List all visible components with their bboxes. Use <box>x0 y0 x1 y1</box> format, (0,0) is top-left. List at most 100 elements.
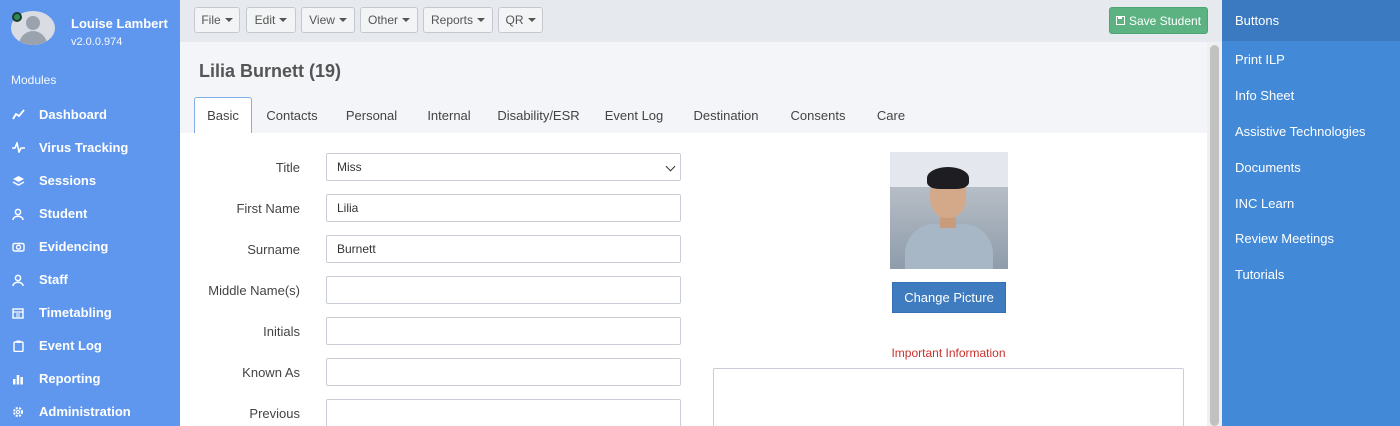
scrollbar-thumb[interactable] <box>1210 45 1219 426</box>
assistive-technologies-link[interactable]: Assistive Technologies <box>1222 114 1400 150</box>
sidebar-item-label: Timetabling <box>39 305 112 320</box>
known-as-row: Known As <box>180 358 690 386</box>
caret-down-icon <box>402 18 411 22</box>
caret-down-icon <box>477 18 486 22</box>
caret-down-icon <box>279 18 288 22</box>
initials-label: Initials <box>263 324 300 339</box>
buttons-panel-header: Buttons <box>1222 0 1400 41</box>
staff-icon <box>11 273 25 287</box>
basic-tab-panel: Title Miss First Name Lilia Surname Burn… <box>180 133 1207 426</box>
layers-icon <box>11 174 25 188</box>
caret-down-icon <box>338 18 347 22</box>
sidebar-item-label: Virus Tracking <box>39 140 129 155</box>
print-ilp-link[interactable]: Print ILP <box>1222 42 1400 78</box>
sidebar-item-label: Student <box>39 206 88 221</box>
gear-icon <box>11 405 25 419</box>
main-scrollbar[interactable] <box>1207 42 1222 426</box>
file-menu-button[interactable]: File <box>194 7 240 33</box>
important-information-label: Important Information <box>891 346 1006 360</box>
sidebar-item-administration[interactable]: Administration <box>0 395 180 426</box>
user-name: Louise Lambert <box>71 16 168 31</box>
tab-consents[interactable]: Consents <box>778 97 858 133</box>
tab-basic[interactable]: Basic <box>194 97 252 133</box>
page-title: Lilia Burnett (19) <box>199 61 342 81</box>
tab-internal[interactable]: Internal <box>414 97 484 133</box>
calendar-icon <box>11 306 25 320</box>
tab-disability-esr[interactable]: Disability/ESR <box>491 97 586 133</box>
main-content: Lilia Burnett (19) Basic Contacts Person… <box>180 42 1207 426</box>
middle-names-input[interactable] <box>326 276 681 304</box>
tutorials-link[interactable]: Tutorials <box>1222 257 1400 293</box>
clipboard-icon <box>11 339 25 353</box>
info-sheet-link[interactable]: Info Sheet <box>1222 78 1400 114</box>
title-row: Title Miss <box>180 153 690 181</box>
heartbeat-icon <box>11 141 25 155</box>
chart-line-icon <box>11 108 25 122</box>
sidebar-item-virus-tracking[interactable]: Virus Tracking <box>0 131 180 164</box>
previous-label: Previous <box>249 406 300 421</box>
student-icon <box>11 207 25 221</box>
sidebar-item-dashboard[interactable]: Dashboard <box>0 98 180 131</box>
sidebar-item-label: Administration <box>39 404 131 419</box>
tab-personal[interactable]: Personal <box>333 97 410 133</box>
online-status-icon <box>12 12 22 22</box>
first-name-label: First Name <box>236 201 300 216</box>
initials-row: Initials <box>180 317 690 345</box>
known-as-label: Known As <box>242 365 300 380</box>
user-profile[interactable]: Louise Lambert v2.0.0.974 <box>0 0 180 60</box>
camera-icon <box>11 240 25 254</box>
first-name-row: First Name Lilia <box>180 194 690 222</box>
save-icon <box>1115 16 1125 25</box>
sidebar-item-label: Reporting <box>39 371 101 386</box>
sidebar-item-student[interactable]: Student <box>0 197 180 230</box>
tab-care[interactable]: Care <box>864 97 918 133</box>
sidebar-item-reporting[interactable]: Reporting <box>0 362 180 395</box>
sidebar-item-label: Staff <box>39 272 68 287</box>
documents-link[interactable]: Documents <box>1222 149 1400 185</box>
reports-menu-button[interactable]: Reports <box>423 7 493 33</box>
bar-chart-icon <box>11 372 25 386</box>
important-information-textarea[interactable] <box>713 368 1184 426</box>
tab-destination[interactable]: Destination <box>680 97 772 133</box>
title-select[interactable]: Miss <box>326 153 681 181</box>
surname-input[interactable]: Burnett <box>326 235 681 263</box>
change-picture-button[interactable]: Change Picture <box>892 282 1006 313</box>
sidebar-item-staff[interactable]: Staff <box>0 263 180 296</box>
modules-heading: Modules <box>11 73 57 87</box>
qr-menu-button[interactable]: QR <box>498 7 543 33</box>
surname-row: Surname Burnett <box>180 235 690 263</box>
view-menu-button[interactable]: View <box>301 7 355 33</box>
tab-contacts[interactable]: Contacts <box>256 97 328 133</box>
sidebar: Louise Lambert v2.0.0.974 Modules Dashbo… <box>0 0 180 426</box>
sidebar-item-label: Event Log <box>39 338 102 353</box>
previous-input[interactable] <box>326 399 681 426</box>
save-student-button[interactable]: Save Student <box>1109 7 1208 34</box>
title-label: Title <box>275 160 300 175</box>
known-as-input[interactable] <box>326 358 681 386</box>
caret-down-icon <box>224 18 233 22</box>
middle-names-label: Middle Name(s) <box>208 283 300 298</box>
sidebar-item-label: Sessions <box>39 173 97 188</box>
surname-label: Surname <box>247 242 300 257</box>
sidebar-item-sessions[interactable]: Sessions <box>0 164 180 197</box>
buttons-panel-list: Print ILP Info Sheet Assistive Technolog… <box>1222 42 1400 293</box>
review-meetings-link[interactable]: Review Meetings <box>1222 221 1400 257</box>
first-name-input[interactable]: Lilia <box>326 194 681 222</box>
other-menu-button[interactable]: Other <box>360 7 418 33</box>
tab-event-log[interactable]: Event Log <box>594 97 674 133</box>
edit-menu-button[interactable]: Edit <box>246 7 296 33</box>
buttons-panel: Buttons Print ILP Info Sheet Assistive T… <box>1222 0 1400 426</box>
app-version: v2.0.0.974 <box>71 36 123 48</box>
sidebar-item-event-log[interactable]: Event Log <box>0 329 180 362</box>
caret-down-icon <box>527 18 536 22</box>
sidebar-item-timetabling[interactable]: Timetabling <box>0 296 180 329</box>
previous-row: Previous <box>180 399 690 426</box>
sidebar-item-evidencing[interactable]: Evidencing <box>0 230 180 263</box>
sidebar-item-label: Dashboard <box>39 107 107 122</box>
initials-input[interactable] <box>326 317 681 345</box>
chevron-down-icon <box>665 161 676 172</box>
student-photo <box>890 152 1008 269</box>
inc-learn-link[interactable]: INC Learn <box>1222 185 1400 221</box>
sidebar-item-label: Evidencing <box>39 239 109 254</box>
sidebar-nav: Dashboard Virus Tracking Sessions Studen… <box>0 98 180 426</box>
